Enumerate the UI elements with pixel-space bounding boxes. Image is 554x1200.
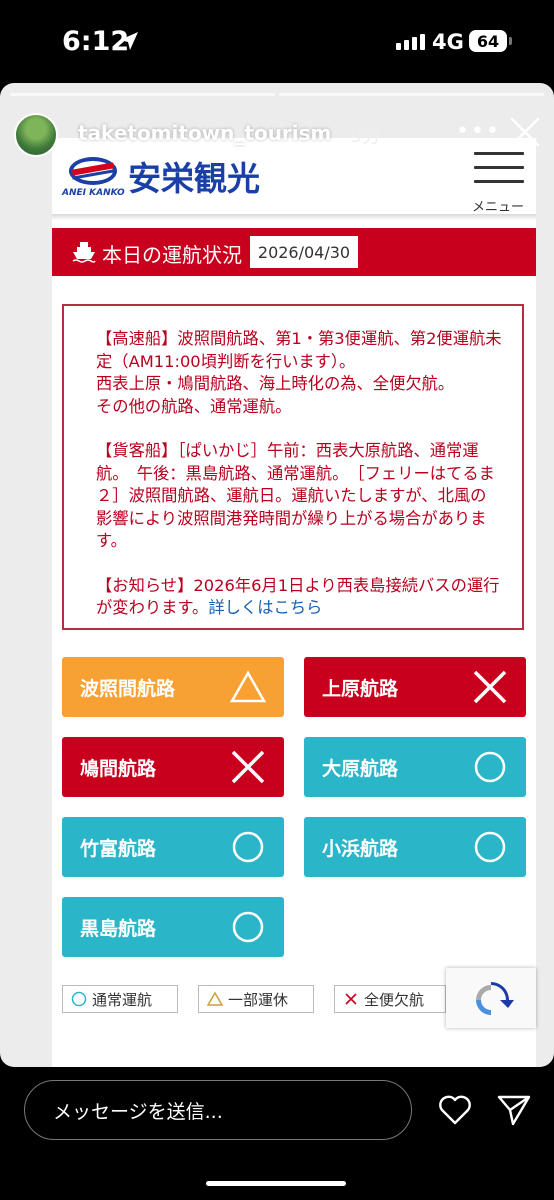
heart-icon[interactable] — [438, 1094, 472, 1126]
message-placeholder: メッセージを送信... — [53, 1101, 223, 1123]
story-header: taketomitown_tourism 9分 ••• — [0, 101, 554, 161]
circle-status-icon — [232, 911, 264, 943]
legend-normal: 通常運航 — [62, 985, 178, 1013]
operation-date: 2026/04/30 — [250, 236, 358, 268]
recaptcha-icon — [476, 982, 514, 1015]
route-name: 大原航路 — [322, 757, 399, 780]
avatar[interactable] — [14, 113, 58, 157]
legend-cancelled-label: 全便欠航 — [364, 990, 425, 1009]
route-name: 黒島航路 — [80, 917, 157, 940]
circle-legend-icon — [71, 991, 87, 1007]
notice-cargo-ferry: 【貨客船】［ぱいかじ］午前：西表大原航路、通常運航。 午後：黒島航路、通常運航。… — [96, 441, 495, 550]
route-taketomi[interactable]: 竹富航路 — [62, 817, 284, 877]
circle-status-icon — [474, 831, 506, 863]
legend-partial: 一部運休 — [198, 985, 314, 1013]
story-time-ago: 9分 — [350, 125, 382, 147]
cross-status-icon — [231, 750, 265, 784]
operation-status-banner: 本日の運航状況 2026/04/30 — [52, 228, 536, 276]
location-arrow-icon — [120, 32, 138, 50]
route-kuroshima[interactable]: 黒島航路 — [62, 897, 284, 957]
story-username[interactable]: taketomitown_tourism — [78, 121, 331, 145]
triangle-status-icon — [229, 670, 267, 703]
home-indicator — [206, 1181, 346, 1186]
network-type: 4G — [432, 30, 464, 54]
notice-box: 【高速船】波照間航路、第1・第3便運航、第2便運航未定（AM11:00頃判断を行… — [62, 304, 524, 630]
route-name: 上原航路 — [322, 677, 399, 700]
details-link[interactable]: 詳しくはこちら — [208, 598, 322, 617]
signal-icon — [396, 34, 425, 50]
circle-status-icon — [232, 831, 264, 863]
route-name: 波照間航路 — [80, 677, 176, 700]
route-ohara[interactable]: 大原航路 — [304, 737, 526, 797]
route-uehara[interactable]: 上原航路 — [304, 657, 526, 717]
route-hatoma[interactable]: 鳩間航路 — [62, 737, 284, 797]
notice-announcement: 【お知らせ】2026年6月1日より西表島接続バスの運行が変わります。詳しくはこち… — [96, 575, 502, 620]
route-name: 小浜航路 — [322, 837, 399, 860]
legend-normal-label: 通常運航 — [92, 990, 153, 1009]
route-hateruma[interactable]: 波照間航路 — [62, 657, 284, 717]
recaptcha-badge[interactable] — [446, 968, 536, 1028]
message-input[interactable]: メッセージを送信... — [24, 1080, 412, 1140]
story-progress — [10, 93, 544, 96]
route-name: 竹富航路 — [80, 837, 157, 860]
ship-icon — [72, 242, 96, 263]
legend-cancelled: 全便欠航 — [334, 985, 446, 1013]
battery-level: 64 — [476, 31, 500, 51]
circle-status-icon — [474, 751, 506, 783]
triangle-legend-icon — [207, 991, 223, 1006]
cross-status-icon — [473, 670, 507, 704]
story-card[interactable]: 安栄観光 ANEI KANKO メニュー 本日の運航状況 2026/04/30 … — [0, 83, 554, 1067]
battery-icon: 64 — [469, 30, 507, 52]
cross-legend-icon — [345, 993, 357, 1005]
menu-label: メニュー — [472, 200, 525, 215]
header-divider — [52, 214, 536, 220]
notice-fast-ferry: 【高速船】波照間航路、第1・第3便運航、第2便運航未定（AM11:00頃判断を行… — [96, 329, 502, 416]
battery-tip — [509, 37, 512, 45]
send-icon[interactable] — [496, 1093, 532, 1127]
status-bar: 6:12 4G 64 — [0, 0, 554, 80]
ellipsis-icon[interactable]: ••• — [456, 119, 501, 144]
route-name: 鳩間航路 — [80, 757, 157, 780]
operation-title: 本日の運航状況 — [102, 243, 242, 267]
website-screenshot: 安栄観光 ANEI KANKO メニュー 本日の運航状況 2026/04/30 … — [52, 138, 536, 1067]
legend-partial-label: 一部運休 — [228, 990, 289, 1009]
logo-subtext: ANEI KANKO — [62, 188, 125, 198]
close-icon[interactable] — [508, 115, 542, 149]
route-kohama[interactable]: 小浜航路 — [304, 817, 526, 877]
